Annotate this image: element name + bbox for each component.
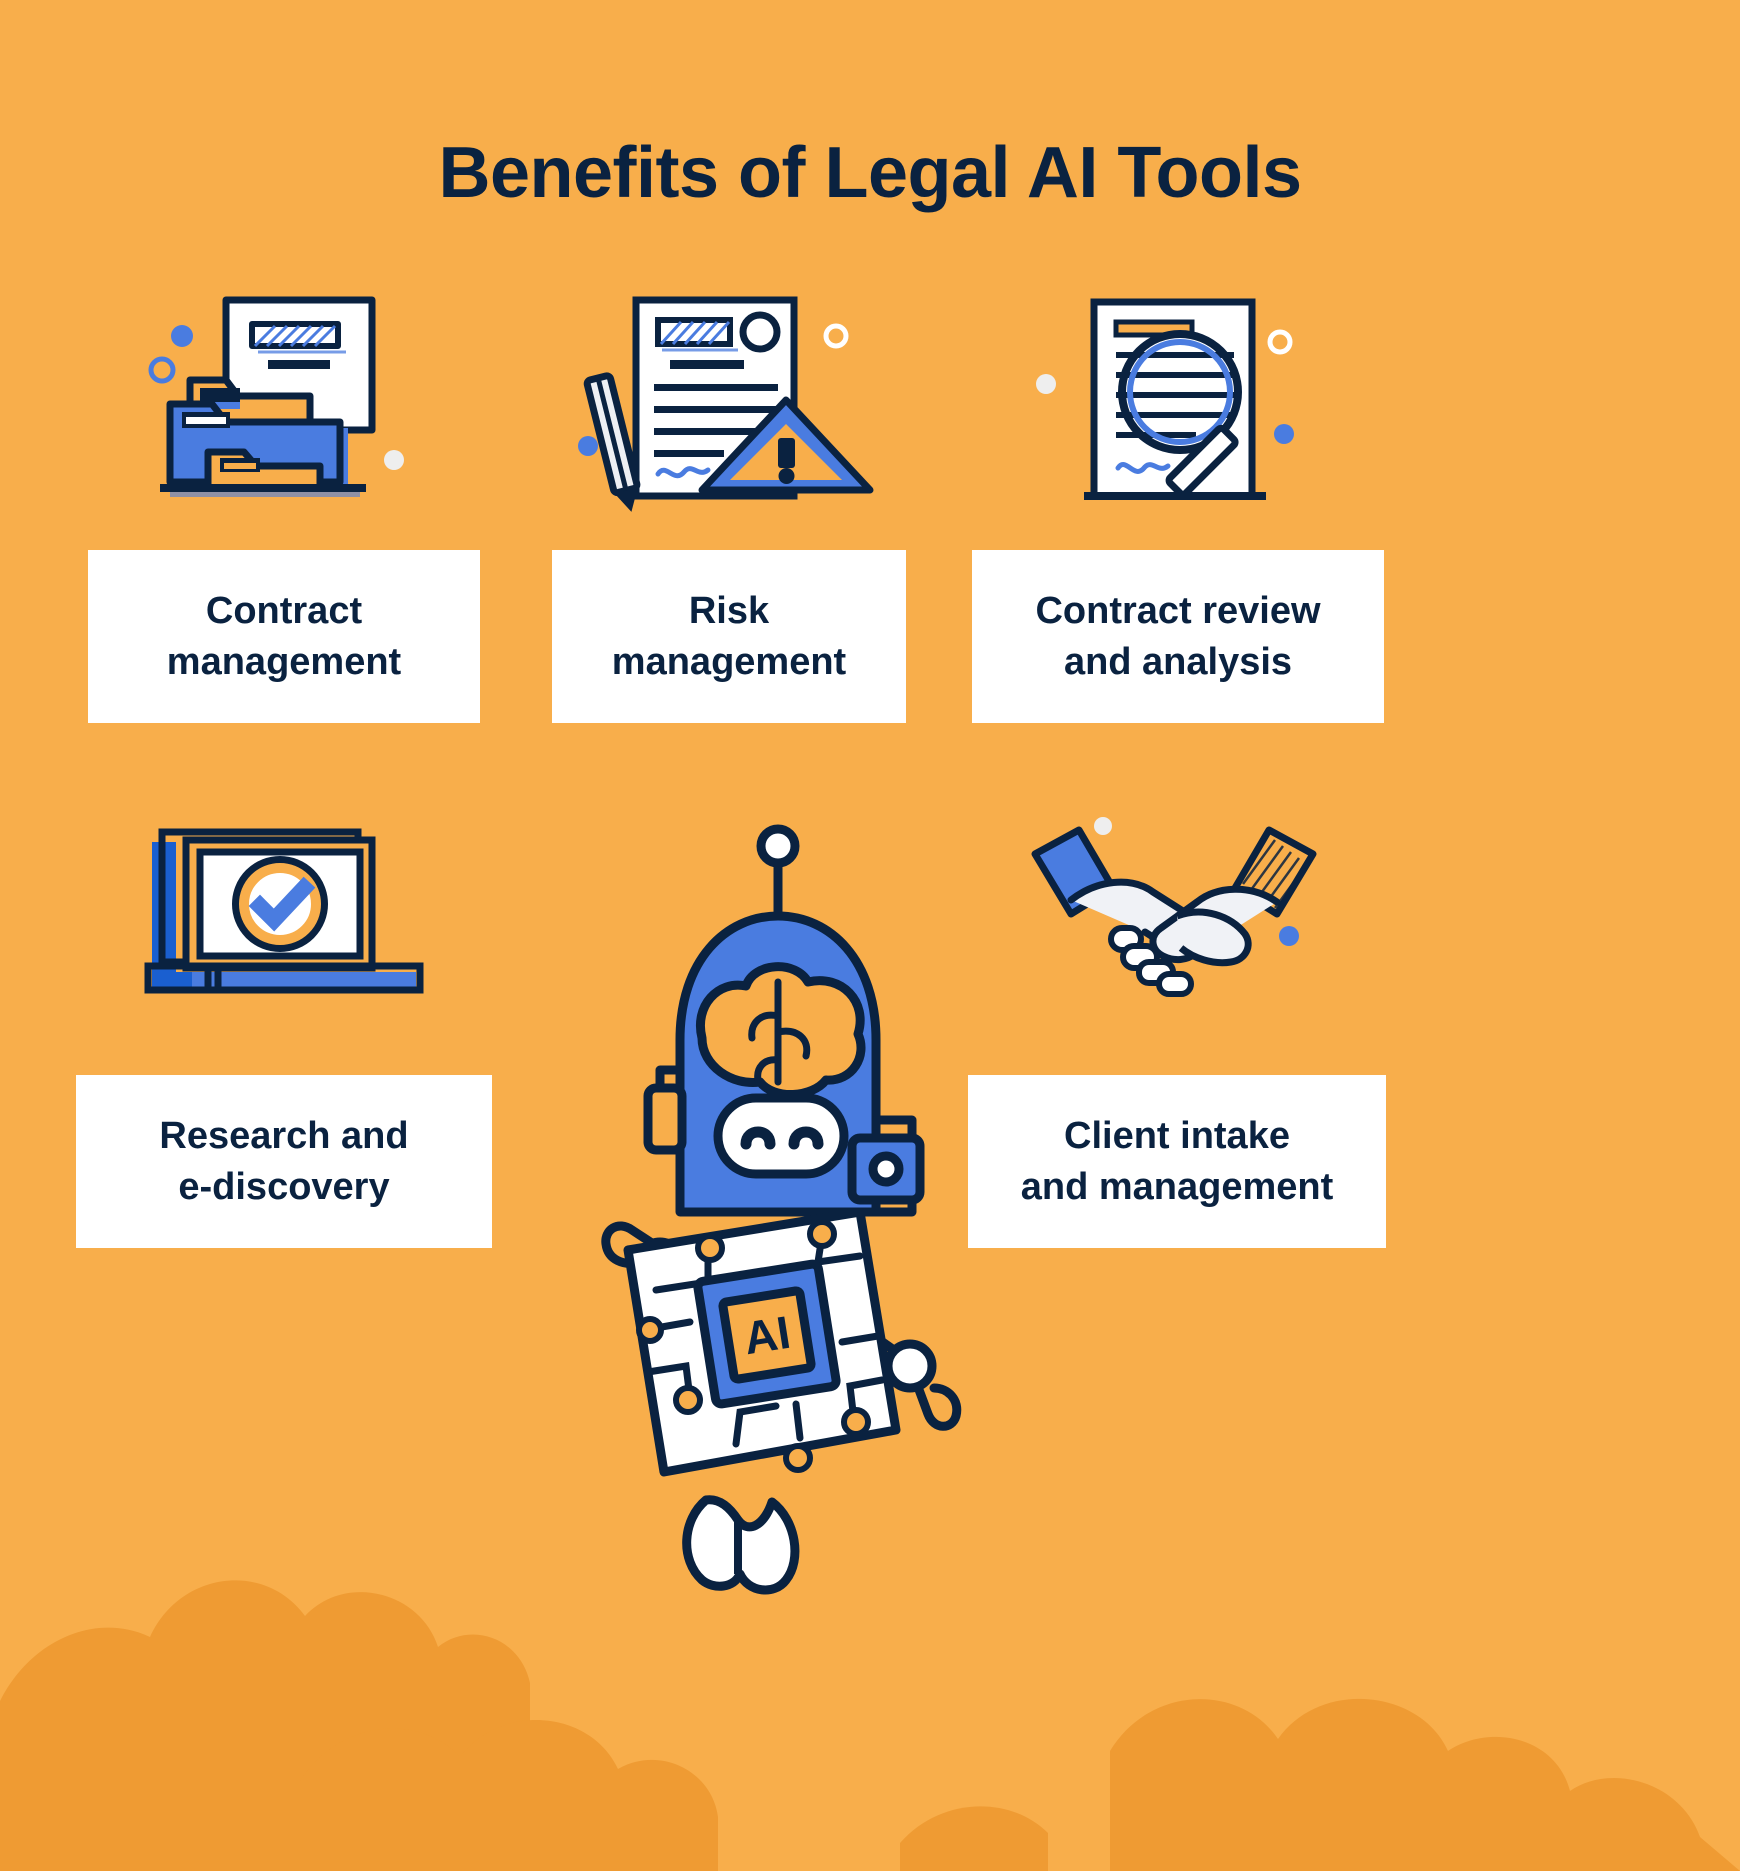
label-line-1: Contract review	[1035, 590, 1321, 632]
decor-dot-light	[1036, 374, 1056, 394]
benefit-card-risk-management[interactable]: Risk management	[552, 292, 906, 724]
benefit-label-client-intake: Client intake and management	[968, 1075, 1386, 1249]
label-line-2: and management	[1020, 1165, 1334, 1208]
label-line-1: Client intake	[1064, 1115, 1290, 1157]
label-line-2: e-discovery	[178, 1165, 390, 1208]
decor-dot-light	[1094, 817, 1112, 835]
document-magnifier-icon	[1036, 298, 1294, 500]
decor-dot-outline	[823, 323, 849, 349]
label-line-2: and analysis	[1063, 640, 1293, 683]
label-line-1: Research and	[159, 1115, 409, 1157]
benefit-label-risk-management: Risk management	[552, 550, 906, 724]
label-line-1: Risk	[688, 590, 770, 632]
ai-chip: AI	[693, 1259, 841, 1409]
icon-container	[968, 810, 1386, 1040]
icon-container	[76, 810, 492, 1040]
benefit-label-research-ediscovery: Research and e-discovery	[76, 1075, 492, 1249]
ai-robot-mascot: AI	[601, 824, 962, 1595]
decor-dot-filled	[171, 325, 193, 347]
decor-dot-filled	[578, 436, 598, 456]
label-line-1: Contract	[205, 590, 363, 632]
benefit-label-contract-review: Contract review and analysis	[972, 550, 1384, 724]
label-line-2: management	[611, 640, 847, 683]
label-line-2: management	[166, 640, 402, 683]
benefit-card-research-ediscovery[interactable]: Research and e-discovery	[76, 810, 492, 1249]
icon-container	[88, 292, 480, 522]
laptop-checkmark-icon	[144, 828, 424, 994]
page-title: Benefits of Legal AI Tools	[438, 133, 1302, 213]
handshake-icon	[1031, 817, 1317, 997]
benefit-card-client-intake[interactable]: Client intake and management	[968, 810, 1386, 1249]
infographic-page: Benefits of Legal AI Tools Contract mana…	[0, 0, 1740, 1871]
decor-dot-light	[384, 450, 404, 470]
decor-dot-filled	[1274, 424, 1294, 444]
ai-chip-label: AI	[740, 1306, 794, 1365]
decor-dot-filled	[1279, 926, 1299, 946]
decor-dot-outline	[1267, 329, 1293, 355]
benefit-card-contract-management[interactable]: Contract management	[88, 292, 480, 724]
benefit-label-contract-management: Contract management	[88, 550, 480, 724]
folder-document-icon	[148, 296, 404, 497]
icon-container	[972, 292, 1384, 522]
document-warning-icon	[578, 296, 874, 512]
icon-container	[552, 292, 906, 522]
benefit-card-contract-review[interactable]: Contract review and analysis	[972, 292, 1384, 724]
decor-dot-outline	[148, 356, 176, 384]
